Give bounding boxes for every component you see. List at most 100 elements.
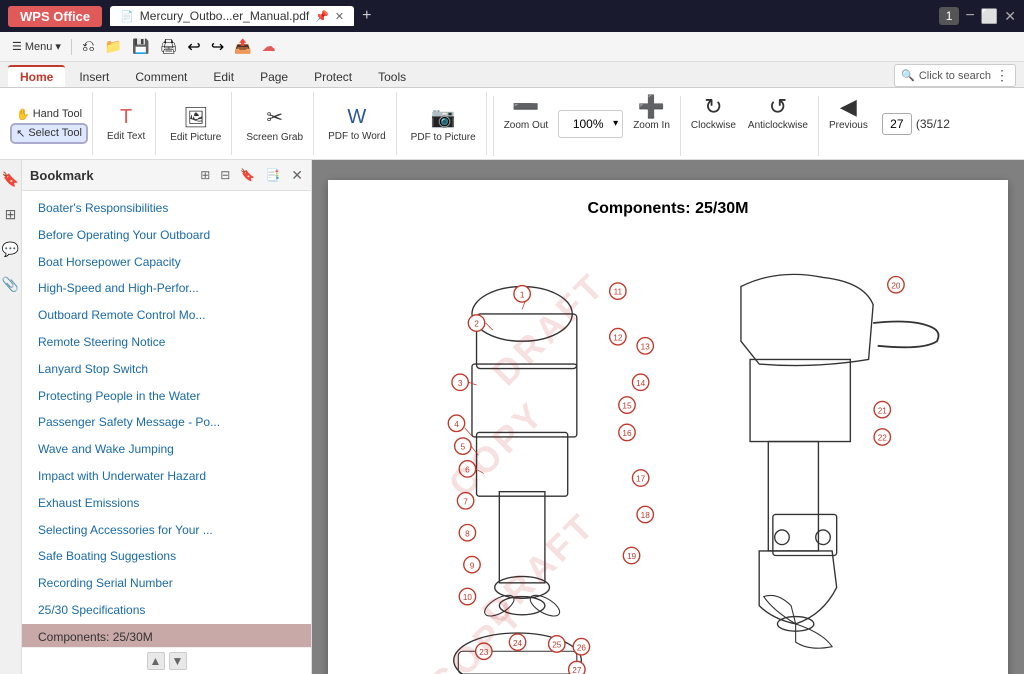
zoom-input[interactable] — [563, 113, 613, 135]
bookmark-panel-title: Bookmark — [30, 168, 193, 183]
current-page-input[interactable] — [882, 113, 912, 135]
thumbnail-sidebar-icon[interactable]: ⊞ — [2, 203, 20, 226]
search-label: Click to search — [919, 70, 991, 82]
tab-close-icon[interactable]: ✕ — [335, 10, 344, 23]
zoom-out-button[interactable]: ➖ Zoom Out — [500, 92, 552, 155]
zoom-in-button[interactable]: ➕ Zoom In — [629, 92, 674, 155]
bookmark-list: Boater's Responsibilities Before Operati… — [22, 191, 311, 647]
svg-text:10: 10 — [463, 593, 473, 602]
previous-icon: ◀ — [840, 94, 857, 120]
select-tool-label: Select Tool — [28, 127, 82, 139]
edit-text-icon: T — [120, 106, 132, 129]
new-tab-button[interactable]: + — [362, 7, 371, 25]
tab-insert[interactable]: Insert — [67, 67, 121, 87]
maximize-button[interactable]: ⬜ — [981, 8, 998, 25]
search-icon: 🔍 — [901, 69, 915, 82]
hand-tool-label: Hand Tool — [33, 108, 82, 120]
screen-grab-icon: ✂ — [266, 105, 283, 130]
svg-text:3: 3 — [458, 379, 463, 388]
scroll-up-button[interactable]: ▲ — [147, 652, 165, 670]
previous-button[interactable]: ◀ Previous — [825, 92, 872, 155]
bookmark-item[interactable]: Remote Steering Notice — [22, 329, 311, 356]
document-tab[interactable]: 📄 Mercury_Outbo...er_Manual.pdf 📌 ✕ — [110, 6, 354, 26]
bookmark-add-icon[interactable]: 📑 — [262, 166, 283, 184]
tab-page[interactable]: Page — [248, 67, 300, 87]
tab-protect[interactable]: Protect — [302, 67, 364, 87]
pdf-to-picture-button[interactable]: 📷 PDF to Picture — [407, 103, 480, 145]
tool-group-screen-grab: ✂ Screen Grab — [236, 92, 314, 155]
bookmark-save-icon[interactable]: 🔖 — [237, 166, 258, 184]
svg-text:6: 6 — [465, 466, 470, 475]
pdf-diagram: DRAFT COPY DRAFT COPY — [358, 228, 978, 674]
previous-label: Previous — [829, 120, 868, 131]
zoom-dropdown-arrow[interactable]: ▾ — [613, 118, 618, 129]
tab-comment[interactable]: Comment — [123, 67, 199, 87]
tool-group-select: ✋ Hand Tool ↖ Select Tool — [6, 92, 93, 155]
minimize-button[interactable]: − — [965, 7, 974, 25]
close-window-button[interactable]: ✕ — [1004, 8, 1016, 25]
edit-text-button[interactable]: T Edit Text — [103, 104, 149, 144]
undo2-button[interactable]: ↩ — [183, 35, 204, 59]
tab-edit[interactable]: Edit — [201, 67, 246, 87]
hand-tool-button[interactable]: ✋ Hand Tool — [12, 106, 86, 123]
bookmark-item[interactable]: Impact with Underwater Hazard — [22, 463, 311, 490]
zoom-out-label: Zoom Out — [504, 120, 548, 131]
folder-button[interactable]: 📁 — [101, 36, 126, 57]
tool-group-edit-picture: 🖼 Edit Picture — [160, 92, 232, 155]
pin-icon: 📌 — [315, 10, 329, 23]
bookmark-item[interactable]: Recording Serial Number — [22, 570, 311, 597]
more-options-icon: ⋮ — [995, 67, 1009, 84]
collapse-all-icon[interactable]: ⊟ — [217, 166, 233, 184]
divider — [493, 96, 494, 156]
clockwise-button[interactable]: ↻ Clockwise — [687, 92, 740, 155]
pdf-viewer[interactable]: Components: 25/30M DRAFT COPY DRAFT COPY — [312, 160, 1024, 674]
redo-button[interactable]: ↪ — [207, 35, 228, 59]
svg-text:21: 21 — [878, 406, 888, 415]
print-button[interactable]: 🖨 — [156, 36, 182, 57]
tab-tools[interactable]: Tools — [366, 67, 418, 87]
bookmark-item[interactable]: Before Operating Your Outboard — [22, 222, 311, 249]
pdf-to-picture-label: PDF to Picture — [411, 132, 476, 143]
comment-sidebar-icon[interactable]: 💬 — [0, 238, 22, 261]
clockwise-icon: ↻ — [704, 94, 722, 120]
bookmark-item[interactable]: 25/30 Specifications — [22, 597, 311, 624]
pdf-icon: 📄 — [120, 10, 134, 23]
bookmark-item[interactable]: Boater's Responsibilities — [22, 195, 311, 222]
edit-picture-button[interactable]: 🖼 Edit Picture — [166, 103, 225, 145]
hand-icon: ✋ — [16, 108, 30, 121]
bookmark-item[interactable]: Selecting Accessories for Your ... — [22, 517, 311, 544]
sidebar-icons: 🔖 ⊞ 💬 📎 — [0, 160, 22, 674]
svg-text:19: 19 — [627, 552, 637, 561]
svg-text:25: 25 — [552, 641, 562, 650]
attachment-sidebar-icon[interactable]: 📎 — [0, 273, 22, 296]
wps-logo[interactable]: WPS Office — [8, 6, 102, 27]
bookmark-item[interactable]: Boat Horsepower Capacity — [22, 249, 311, 276]
bookmark-item[interactable]: Outboard Remote Control Mo... — [22, 302, 311, 329]
bookmark-close-button[interactable]: ✕ — [291, 167, 303, 184]
bookmark-item[interactable]: Lanyard Stop Switch — [22, 356, 311, 383]
pdf-to-word-button[interactable]: W PDF to Word — [324, 104, 390, 144]
bookmark-item[interactable]: Safe Boating Suggestions — [22, 543, 311, 570]
pdf-page-title: Components: 25/30M — [358, 200, 978, 218]
select-tool-button[interactable]: ↖ Select Tool — [12, 125, 86, 142]
scroll-down-button[interactable]: ▼ — [169, 652, 187, 670]
bookmark-item[interactable]: Wave and Wake Jumping — [22, 436, 311, 463]
bookmark-item-active[interactable]: Components: 25/30M — [22, 624, 311, 647]
bookmark-item[interactable]: Passenger Safety Message - Po... — [22, 409, 311, 436]
screen-grab-button[interactable]: ✂ Screen Grab — [242, 103, 307, 145]
search-bar[interactable]: 🔍 Click to search ⋮ — [894, 64, 1016, 87]
share-button[interactable]: 📤 — [230, 36, 255, 57]
bookmark-item[interactable]: Protecting People in the Water — [22, 383, 311, 410]
save-button[interactable]: 💾 — [128, 36, 153, 57]
menu-hamburger[interactable]: ☰ Menu ▾ — [8, 38, 65, 55]
svg-text:14: 14 — [636, 379, 646, 388]
bookmark-item[interactable]: High-Speed and High-Perfor... — [22, 275, 311, 302]
menu-arrow: ▾ — [55, 40, 61, 53]
expand-all-icon[interactable]: ⊞ — [197, 166, 213, 184]
anticlockwise-button[interactable]: ↺ Anticlockwise — [744, 92, 812, 155]
tab-home[interactable]: Home — [8, 65, 65, 87]
bookmark-item[interactable]: Exhaust Emissions — [22, 490, 311, 517]
edit-picture-label: Edit Picture — [170, 132, 221, 143]
undo-button[interactable]: ⎌ — [78, 36, 99, 58]
bookmark-sidebar-icon[interactable]: 🔖 — [0, 168, 22, 191]
